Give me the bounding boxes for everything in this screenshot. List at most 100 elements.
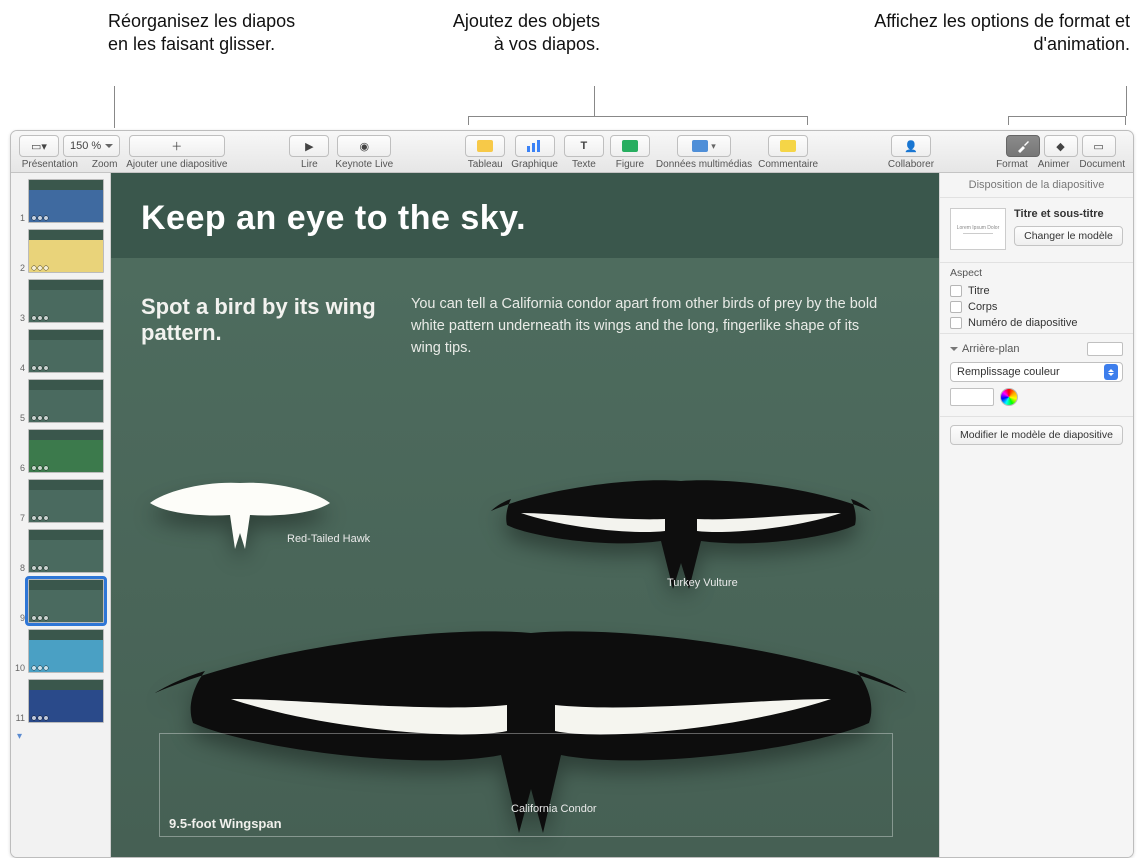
red-tailed-hawk-graphic[interactable] <box>145 473 335 563</box>
checkbox-title[interactable] <box>950 285 962 297</box>
play-button[interactable]: ▶ <box>289 135 329 157</box>
collapse-marker[interactable]: ▾ <box>15 729 106 746</box>
add-slide-button[interactable]: ＋ <box>129 135 225 157</box>
slide-thumb-number: 8 <box>15 563 25 573</box>
view-button[interactable]: ▭▾ <box>19 135 59 157</box>
slide-thumb-7[interactable]: 7 <box>15 479 106 523</box>
checkbox-row-body[interactable]: Corps <box>940 299 1133 315</box>
slide-thumb-number: 5 <box>15 413 25 423</box>
bird1-label: Red-Tailed Hawk <box>287 533 370 545</box>
slide-thumb-3[interactable]: 3 <box>15 279 106 323</box>
checkbox-body[interactable] <box>950 301 962 313</box>
layout-thumbnail[interactable]: Lorem Ipsum Dolor <box>950 208 1006 250</box>
text-button[interactable]: T <box>564 135 604 157</box>
slide-subheading[interactable]: Spot a bird by its wing pattern. <box>141 294 381 359</box>
wingspan-label: 9.5-foot Wingspan <box>169 816 282 831</box>
collaborate-button[interactable]: 👤 <box>891 135 931 157</box>
play-label: Lire <box>301 159 318 170</box>
layout-name: Titre et sous-titre <box>1014 208 1123 220</box>
comment-button[interactable] <box>768 135 808 157</box>
slide-thumb-2[interactable]: 2 <box>15 229 106 273</box>
broadcast-icon: ◉ <box>359 140 369 153</box>
slide-thumb-image[interactable] <box>28 679 104 723</box>
slide-thumb-4[interactable]: 4 <box>15 329 106 373</box>
fill-color-well[interactable] <box>950 388 994 406</box>
toolbar-group-table: Tableau <box>465 135 505 170</box>
slide-thumb-6[interactable]: 6 <box>15 429 106 473</box>
toolbar-group-play: ▶ Lire <box>289 135 329 170</box>
change-master-button[interactable]: Changer le modèle <box>1014 226 1123 246</box>
text-label: Texte <box>572 159 596 170</box>
slide-title[interactable]: Keep an eye to the sky. <box>141 199 909 238</box>
background-swatch[interactable] <box>1087 342 1123 356</box>
slide-thumb-1[interactable]: 1 <box>15 179 106 223</box>
view-icon: ▭▾ <box>31 140 47 153</box>
slide-thumb-indicators <box>32 516 48 520</box>
callout-add-objects: Ajoutez des objets à vos diapos. <box>440 10 600 57</box>
slide-thumb-image[interactable] <box>28 429 104 473</box>
play-icon: ▶ <box>305 140 313 153</box>
slide-thumb-indicators <box>32 566 48 570</box>
slide-thumb-5[interactable]: 5 <box>15 379 106 423</box>
callouts-region: Réorganisez les diapos en les faisant gl… <box>0 0 1144 130</box>
checkbox-row-slidenum[interactable]: Numéro de diapositive <box>940 315 1133 331</box>
slide-thumb-9[interactable]: 9 <box>15 579 106 623</box>
keynote-live-label: Keynote Live <box>335 159 393 170</box>
slide-thumb-11[interactable]: 11 <box>15 679 106 723</box>
slide-paragraph[interactable]: You can tell a California condor apart f… <box>411 294 909 359</box>
toolbar-group-shape: Figure <box>610 135 650 170</box>
bird2-label: Turkey Vulture <box>667 577 738 589</box>
checkbox-body-label: Corps <box>968 301 997 313</box>
callout-reorder: Réorganisez les diapos en les faisant gl… <box>108 10 308 57</box>
format-label: Format <box>996 159 1028 170</box>
chevron-down-icon: ▾ <box>711 141 716 152</box>
slide-thumb-8[interactable]: 8 <box>15 529 106 573</box>
media-icon <box>692 140 708 152</box>
slide-thumb-image[interactable] <box>28 379 104 423</box>
shape-icon <box>622 140 638 152</box>
toolbar-group-collab: 👤 Collaborer <box>888 135 934 170</box>
slide-thumb-indicators <box>32 216 48 220</box>
color-picker-icon[interactable] <box>1000 388 1018 406</box>
shape-button[interactable] <box>610 135 650 157</box>
inspector-header: Disposition de la diapositive <box>940 173 1133 198</box>
slide-navigator[interactable]: 1 2 3 4 5 6 7 8 9 10 11 ▾ <box>11 173 111 857</box>
animate-button[interactable]: ◆ <box>1044 135 1078 157</box>
toolbar-group-addslide: ＋ Ajouter une diapositive <box>126 135 227 170</box>
zoom-label: Zoom <box>92 159 118 170</box>
slide-thumb-image[interactable] <box>28 329 104 373</box>
toolbar-group-media: ▾ Données multimédias <box>656 135 752 170</box>
slide-thumb-image[interactable] <box>28 629 104 673</box>
keynote-live-button[interactable]: ◉ <box>337 135 391 157</box>
background-row: Arrière-plan <box>940 336 1133 360</box>
fill-type-select[interactable]: Remplissage couleur <box>950 362 1123 382</box>
diamond-icon: ◆ <box>1056 140 1064 153</box>
chart-button[interactable] <box>515 135 555 157</box>
chart-label: Graphique <box>511 159 558 170</box>
slide-thumb-10[interactable]: 10 <box>15 629 106 673</box>
slide-thumb-image[interactable] <box>28 479 104 523</box>
callout-line-center <box>594 86 595 116</box>
slide-thumb-image[interactable] <box>28 179 104 223</box>
table-button[interactable] <box>465 135 505 157</box>
background-disclosure[interactable]: Arrière-plan <box>950 343 1019 355</box>
slide-canvas[interactable]: Keep an eye to the sky. Spot a bird by i… <box>111 173 939 857</box>
checkbox-row-title[interactable]: Titre <box>940 283 1133 299</box>
slide-thumb-image[interactable] <box>28 279 104 323</box>
slide-thumb-number: 4 <box>15 363 25 373</box>
checkbox-slidenum[interactable] <box>950 317 962 329</box>
slide-thumb-indicators <box>32 416 48 420</box>
slide-thumb-number: 2 <box>15 263 25 273</box>
slide-thumb-image[interactable] <box>28 529 104 573</box>
comment-label: Commentaire <box>758 159 818 170</box>
format-button[interactable] <box>1006 135 1040 157</box>
zoom-button[interactable]: 150 % <box>63 135 120 157</box>
slide-thumb-image[interactable] <box>28 579 104 623</box>
edit-master-button[interactable]: Modifier le modèle de diapositive <box>950 425 1123 445</box>
callout-format-options: Affichez les options de format et d'anim… <box>810 10 1130 57</box>
slide-thumb-image[interactable] <box>28 229 104 273</box>
toolbar-group-comment: Commentaire <box>758 135 818 170</box>
media-button[interactable]: ▾ <box>677 135 731 157</box>
toolbar-group-view: ▭▾ 150 % Présentation Zoom <box>19 135 120 170</box>
document-button[interactable]: ▭ <box>1082 135 1116 157</box>
